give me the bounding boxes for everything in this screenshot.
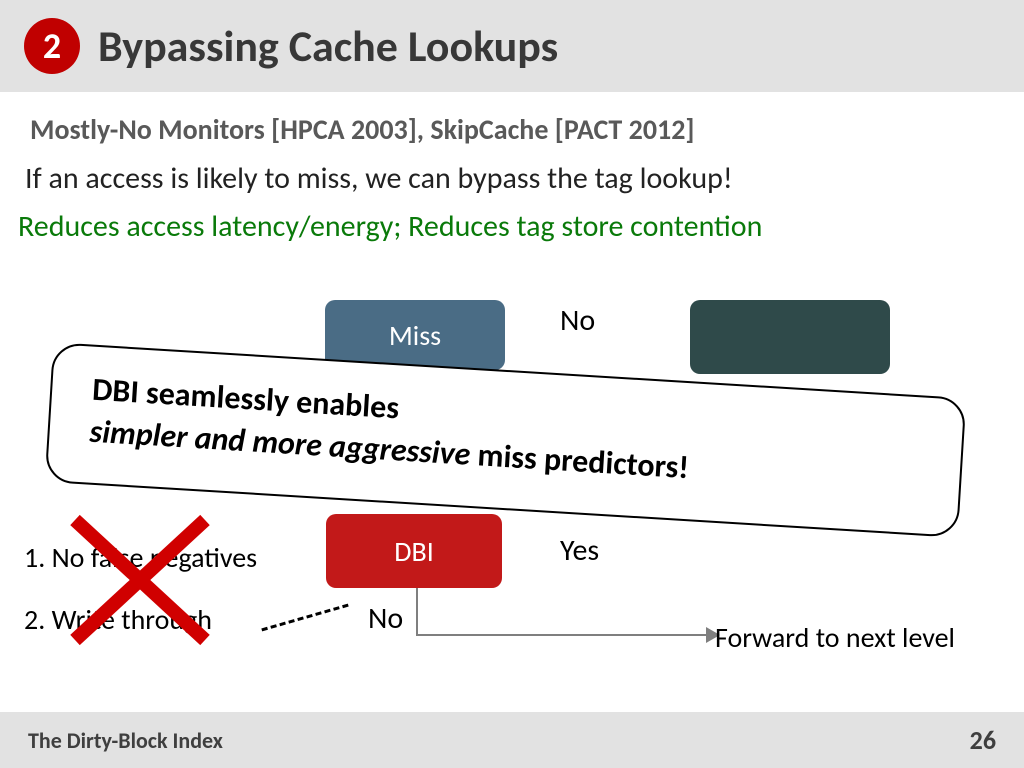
callout-text-2: miss predictors!	[469, 435, 690, 487]
arrow-vertical	[416, 588, 418, 636]
no-label: No	[560, 302, 595, 339]
page-number: 26	[970, 724, 996, 756]
requirement-2: 2. Write through	[24, 602, 212, 637]
slide-title: Bypassing Cache Lookups	[98, 19, 558, 73]
yes-label: Yes	[560, 532, 599, 569]
footer-bar: The Dirty-Block Index 26	[0, 712, 1024, 768]
slide: 2 Bypassing Cache Lookups Mostly-No Moni…	[0, 0, 1024, 768]
no2-label: No	[368, 600, 403, 637]
footer-title: The Dirty-Block Index	[28, 727, 223, 754]
arrow-horizontal	[418, 634, 718, 636]
requirement-1: 1. No false negatives	[24, 540, 257, 575]
next-block-box	[690, 300, 890, 374]
callout-emphasis: simpler and more aggressive	[89, 411, 472, 473]
dashed-connector	[261, 604, 348, 632]
forward-label: Forward to next level	[715, 620, 955, 655]
body-line-2: Reduces access latency/energy; Reduces t…	[18, 208, 762, 245]
dbi-box: DBI	[326, 514, 502, 588]
references-subtitle: Mostly-No Monitors [HPCA 2003], SkipCach…	[30, 112, 694, 147]
section-badge: 2	[24, 18, 80, 74]
title-bar: 2 Bypassing Cache Lookups	[0, 0, 1024, 92]
body-line-1: If an access is likely to miss, we can b…	[25, 160, 733, 197]
